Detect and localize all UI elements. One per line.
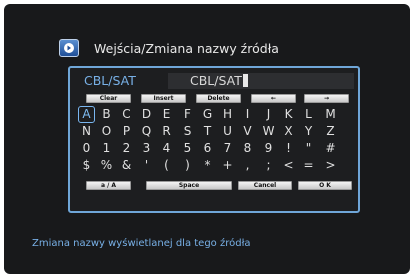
key-dollar[interactable]: $ bbox=[78, 157, 95, 174]
key-semicolon[interactable]: ; bbox=[260, 157, 277, 174]
key-J[interactable]: J bbox=[260, 106, 277, 123]
key-ampersand[interactable]: & bbox=[118, 157, 135, 174]
keyboard-row: $ % & ' ( ) * + , ; < = > bbox=[70, 157, 358, 174]
case-toggle-button[interactable]: a / A bbox=[86, 181, 131, 190]
key-C[interactable]: C bbox=[118, 106, 135, 123]
key-B[interactable]: B bbox=[98, 106, 115, 123]
help-text: Zmiana nazwy wyświetlanej dla tego źródł… bbox=[32, 238, 251, 249]
key-exclamation[interactable]: ! bbox=[280, 140, 297, 157]
rename-panel: CBL/SAT CBL/SAT Clear Insert Delete ← → … bbox=[68, 66, 360, 213]
action-buttons-row: a / A Space Cancel O K bbox=[70, 181, 358, 190]
key-M[interactable]: M bbox=[322, 106, 339, 123]
keyboard-row: A B C D E F G H I J K L M bbox=[70, 106, 358, 123]
key-F[interactable]: F bbox=[179, 106, 196, 123]
key-asterisk[interactable]: * bbox=[199, 157, 216, 174]
key-H[interactable]: H bbox=[219, 106, 236, 123]
cancel-button[interactable]: Cancel bbox=[238, 181, 292, 190]
name-input-value: CBL/SAT bbox=[190, 73, 242, 88]
key-2[interactable]: 2 bbox=[118, 140, 135, 157]
space-button[interactable]: Space bbox=[146, 181, 232, 190]
character-keyboard: A B C D E F G H I J K L M N O P Q R S T … bbox=[70, 106, 358, 174]
key-X[interactable]: X bbox=[280, 123, 297, 140]
key-4[interactable]: 4 bbox=[158, 140, 175, 157]
key-close-paren[interactable]: ) bbox=[179, 157, 196, 174]
key-Z[interactable]: Z bbox=[322, 123, 339, 140]
key-A[interactable]: A bbox=[78, 106, 95, 123]
key-equals[interactable]: = bbox=[300, 157, 317, 174]
key-apostrophe[interactable]: ' bbox=[138, 157, 155, 174]
key-comma[interactable]: , bbox=[239, 157, 256, 174]
edit-buttons-row: Clear Insert Delete ← → bbox=[70, 94, 358, 103]
key-P[interactable]: P bbox=[118, 123, 135, 140]
key-Q[interactable]: Q bbox=[138, 123, 155, 140]
key-hash[interactable]: # bbox=[322, 140, 339, 157]
key-greater-than[interactable]: > bbox=[322, 157, 339, 174]
key-7[interactable]: 7 bbox=[219, 140, 236, 157]
key-3[interactable]: 3 bbox=[138, 140, 155, 157]
cursor-right-button[interactable]: → bbox=[304, 94, 349, 103]
keyboard-row: N O P Q R S T U V W X Y Z bbox=[70, 123, 358, 140]
key-O[interactable]: O bbox=[98, 123, 115, 140]
key-L[interactable]: L bbox=[300, 106, 317, 123]
ok-button[interactable]: O K bbox=[298, 181, 352, 190]
keyboard-row: 0 1 2 3 4 5 6 7 8 9 ! " # bbox=[70, 140, 358, 157]
key-K[interactable]: K bbox=[280, 106, 297, 123]
key-1[interactable]: 1 bbox=[98, 140, 115, 157]
key-9[interactable]: 9 bbox=[260, 140, 277, 157]
key-open-paren[interactable]: ( bbox=[158, 157, 175, 174]
clear-button[interactable]: Clear bbox=[86, 94, 131, 103]
insert-button[interactable]: Insert bbox=[141, 94, 186, 103]
text-cursor bbox=[242, 74, 248, 87]
key-quote[interactable]: " bbox=[300, 140, 317, 157]
current-source-label: CBL/SAT bbox=[84, 73, 136, 88]
key-Y[interactable]: Y bbox=[300, 123, 317, 140]
key-S[interactable]: S bbox=[179, 123, 196, 140]
name-input[interactable]: CBL/SAT bbox=[168, 73, 354, 89]
key-R[interactable]: R bbox=[158, 123, 175, 140]
key-less-than[interactable]: < bbox=[280, 157, 297, 174]
key-5[interactable]: 5 bbox=[179, 140, 196, 157]
key-E[interactable]: E bbox=[158, 106, 175, 123]
key-G[interactable]: G bbox=[199, 106, 216, 123]
input-source-icon bbox=[59, 39, 79, 57]
key-8[interactable]: 8 bbox=[239, 140, 256, 157]
page-title: Wejścia/Zmiana nazwy źródła bbox=[94, 41, 279, 56]
key-T[interactable]: T bbox=[199, 123, 216, 140]
key-V[interactable]: V bbox=[239, 123, 256, 140]
osd-screen: Wejścia/Zmiana nazwy źródła CBL/SAT CBL/… bbox=[4, 4, 410, 274]
key-I[interactable]: I bbox=[239, 106, 256, 123]
key-plus[interactable]: + bbox=[219, 157, 236, 174]
key-N[interactable]: N bbox=[78, 123, 95, 140]
key-6[interactable]: 6 bbox=[199, 140, 216, 157]
key-U[interactable]: U bbox=[219, 123, 236, 140]
key-percent[interactable]: % bbox=[98, 157, 115, 174]
key-W[interactable]: W bbox=[260, 123, 277, 140]
key-D[interactable]: D bbox=[138, 106, 155, 123]
key-0[interactable]: 0 bbox=[78, 140, 95, 157]
cursor-left-button[interactable]: ← bbox=[251, 94, 296, 103]
delete-button[interactable]: Delete bbox=[196, 94, 241, 103]
